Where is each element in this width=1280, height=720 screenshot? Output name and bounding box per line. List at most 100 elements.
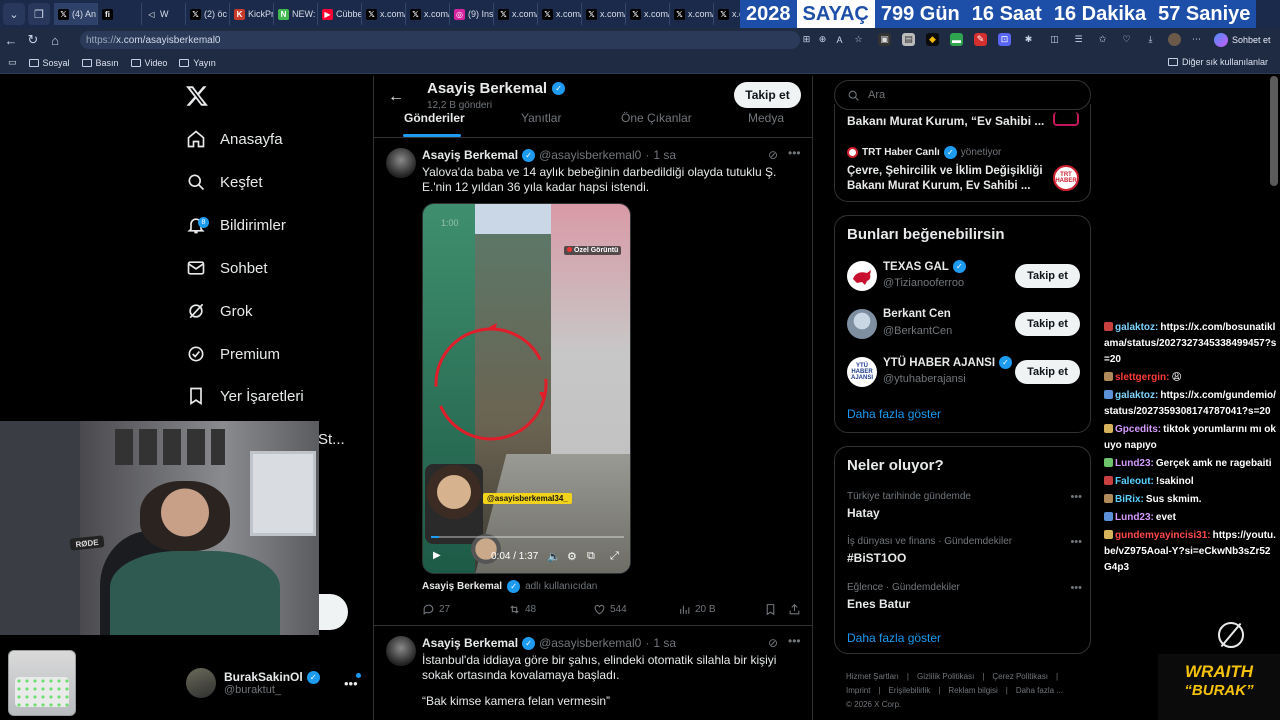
video-attribution[interactable]: Asayiş Berkemal ✓ adlı kullanıcıdan bbox=[422, 580, 597, 593]
other-bookmarks[interactable]: Diğer sık kullanılanlar bbox=[1167, 57, 1268, 67]
browser-essentials-icon[interactable]: ♡ bbox=[1120, 33, 1133, 46]
nav-item-chat[interactable]: Sohbet bbox=[186, 253, 268, 283]
more-options-icon[interactable]: ••• bbox=[788, 146, 801, 160]
video-progress-bar[interactable] bbox=[431, 536, 624, 538]
trend-more-icon[interactable]: ••• bbox=[1070, 582, 1082, 594]
app-available-icon[interactable]: ⊞ bbox=[800, 33, 813, 46]
footer-link[interactable]: Hizmet Şartları bbox=[846, 672, 899, 681]
nav-item-grok[interactable]: Grok bbox=[186, 296, 253, 326]
profile-avatar-icon[interactable] bbox=[1168, 33, 1181, 46]
extension-icon[interactable]: ▤ bbox=[902, 33, 915, 46]
extension-icon[interactable]: ▬ bbox=[950, 33, 963, 46]
bookmark-folder[interactable]: Basın bbox=[81, 58, 119, 68]
tab-actions-chevron-icon[interactable]: ⌄ bbox=[3, 3, 25, 25]
back-arrow-icon[interactable]: ← bbox=[388, 88, 404, 106]
tab-highlights[interactable]: Öne Çıkanlar bbox=[621, 111, 692, 125]
bookmark-button[interactable] bbox=[764, 603, 777, 616]
suggestion-row[interactable]: TEXAS GAL ✓ @Tizianooferroo Takip et bbox=[847, 258, 1087, 294]
author-handle[interactable]: @asayisberkemal0 bbox=[539, 148, 641, 162]
copilot-chat-button[interactable]: Sohbet et bbox=[1214, 31, 1271, 49]
news-headline[interactable]: Çevre, Şehircilik ve İklim Değişikliği B… bbox=[847, 164, 1047, 194]
volume-icon[interactable]: 🔈 bbox=[547, 550, 561, 563]
page-scrollbar[interactable] bbox=[1270, 76, 1278, 186]
author-name[interactable]: Asayiş Berkemal bbox=[422, 148, 518, 162]
news-source-name[interactable]: TRT Haber Canlı bbox=[862, 147, 940, 158]
browser-tab[interactable]: ◁ W bbox=[142, 3, 186, 25]
author-handle[interactable]: @asayisberkemal0 bbox=[539, 636, 641, 650]
browser-tab[interactable]: ◎ (9) Ins bbox=[450, 3, 494, 25]
news-headline[interactable]: Bakanı Murat Kurum, “Ev Sahibi ... bbox=[847, 114, 1044, 128]
read-aloud-icon[interactable]: A bbox=[833, 33, 846, 46]
footer-link[interactable]: Erişilebilirlik bbox=[889, 686, 931, 695]
views-button[interactable]: 20 B bbox=[678, 603, 716, 616]
settings-gear-icon[interactable]: ⚙ bbox=[567, 550, 577, 563]
nav-item-bookmarks[interactable]: Yer İşaretleri bbox=[186, 381, 304, 411]
video-player[interactable]: 1:00 Özel Görüntü @asayisberkemal34_ ▶ 0… bbox=[422, 203, 631, 574]
footer-link[interactable]: Reklam bilgisi bbox=[948, 686, 997, 695]
bookmark-folder[interactable]: Video bbox=[130, 58, 167, 68]
browser-tab[interactable]: 𝕏x.com/ bbox=[362, 3, 406, 25]
trend-more-icon[interactable]: ••• bbox=[1070, 491, 1082, 503]
collections-icon[interactable]: ✩ bbox=[1096, 33, 1109, 46]
favorite-star-icon[interactable]: ☆ bbox=[852, 33, 865, 46]
downloads-icon[interactable]: ⤓ bbox=[1144, 33, 1157, 46]
browser-tab[interactable]: 𝕏x.com/ bbox=[626, 3, 670, 25]
more-menu-icon[interactable]: ⋯ bbox=[1190, 33, 1203, 46]
bookmark-folder[interactable]: Sosyal bbox=[28, 58, 70, 68]
tab-posts[interactable]: Gönderiler bbox=[404, 111, 465, 125]
trend-item[interactable]: Eğlence · Gündemdekiler Enes Batur ••• bbox=[847, 582, 1082, 622]
reply-button[interactable]: 27 bbox=[422, 603, 450, 616]
fullscreen-icon[interactable]: ⤢ bbox=[610, 550, 619, 563]
footer-link[interactable]: Çerez Politikası bbox=[992, 672, 1048, 681]
extension-icon[interactable]: ✎ bbox=[974, 33, 987, 46]
browser-tab[interactable]: 𝕏x.com/ bbox=[406, 3, 450, 25]
bookmark-folder[interactable]: Yayın bbox=[179, 58, 216, 68]
browser-tab[interactable]: 𝕏x.com/ bbox=[670, 3, 714, 25]
extension-icon[interactable]: ⊡ bbox=[998, 33, 1011, 46]
pip-icon[interactable]: ⧉ bbox=[587, 550, 595, 563]
x-logo-icon[interactable] bbox=[185, 84, 209, 108]
play-icon[interactable]: ▶ bbox=[433, 550, 441, 561]
avatar[interactable] bbox=[386, 148, 416, 178]
grok-icon[interactable]: ⊘ bbox=[768, 148, 778, 162]
extension-icon[interactable]: ▣ bbox=[878, 33, 891, 46]
browser-tab[interactable]: N NEW: bbox=[274, 3, 318, 25]
follow-button[interactable]: Takip et bbox=[1015, 312, 1080, 336]
back-button[interactable]: ← bbox=[0, 33, 22, 48]
grok-icon[interactable] bbox=[1218, 622, 1244, 648]
browser-tab[interactable]: 𝕏 (4) An bbox=[54, 3, 98, 25]
home-button[interactable]: ⌂ bbox=[44, 33, 66, 48]
follow-button[interactable]: Takip et bbox=[1015, 360, 1080, 384]
refresh-button[interactable]: ↻ bbox=[22, 32, 44, 48]
tab-replies[interactable]: Yanıtlar bbox=[521, 111, 561, 125]
browser-tab[interactable]: 𝕏 (2) öc bbox=[186, 3, 230, 25]
url-input[interactable]: https://x.com/asayisberkemal0 bbox=[80, 31, 800, 49]
account-switcher[interactable]: BurakSakinOl ✓ @buraktut_ bbox=[186, 668, 320, 698]
browser-tab[interactable]: 𝕏x.com/ bbox=[494, 3, 538, 25]
share-button[interactable] bbox=[788, 603, 801, 616]
trend-item[interactable]: Türkiye tarihinde gündemde Hatay ••• bbox=[847, 491, 1082, 531]
tab-media[interactable]: Medya bbox=[748, 111, 784, 125]
reading-list-icon[interactable]: ▭ bbox=[8, 57, 17, 68]
footer-link[interactable]: Daha fazla ... bbox=[1016, 686, 1063, 695]
nav-item-premium[interactable]: Premium bbox=[186, 339, 280, 369]
browser-tab[interactable]: 𝕏x.com/ bbox=[582, 3, 626, 25]
extensions-puzzle-icon[interactable]: ✱ bbox=[1022, 33, 1035, 46]
post-time[interactable]: 1 sa bbox=[653, 636, 676, 650]
more-options-icon[interactable]: ••• bbox=[788, 634, 801, 648]
author-name[interactable]: Asayiş Berkemal bbox=[422, 636, 518, 650]
split-screen-icon[interactable]: ◫ bbox=[1048, 33, 1061, 46]
browser-tab[interactable]: fi bbox=[98, 3, 142, 25]
browser-tab[interactable]: ▶ Cübbe bbox=[318, 3, 362, 25]
suggestion-row[interactable]: Berkant Cen @BerkantCen Takip et bbox=[847, 306, 1087, 342]
browser-tab[interactable]: K KickPr bbox=[230, 3, 274, 25]
post-time[interactable]: 1 sa bbox=[653, 148, 676, 162]
nav-item-explore[interactable]: Keşfet bbox=[186, 167, 263, 197]
zoom-icon[interactable]: ⊕ bbox=[816, 33, 829, 46]
footer-link[interactable]: Imprint bbox=[846, 686, 870, 695]
nav-item-notifications[interactable]: 8 Bildirimler bbox=[186, 210, 286, 240]
show-more-link[interactable]: Daha fazla göster bbox=[847, 407, 941, 421]
like-button[interactable]: 544 bbox=[593, 603, 627, 616]
footer-link[interactable]: Gizlilik Politikası bbox=[917, 672, 974, 681]
post[interactable]: Asayiş Berkemal ✓ @asayisberkemal0 · 1 s… bbox=[374, 626, 812, 720]
